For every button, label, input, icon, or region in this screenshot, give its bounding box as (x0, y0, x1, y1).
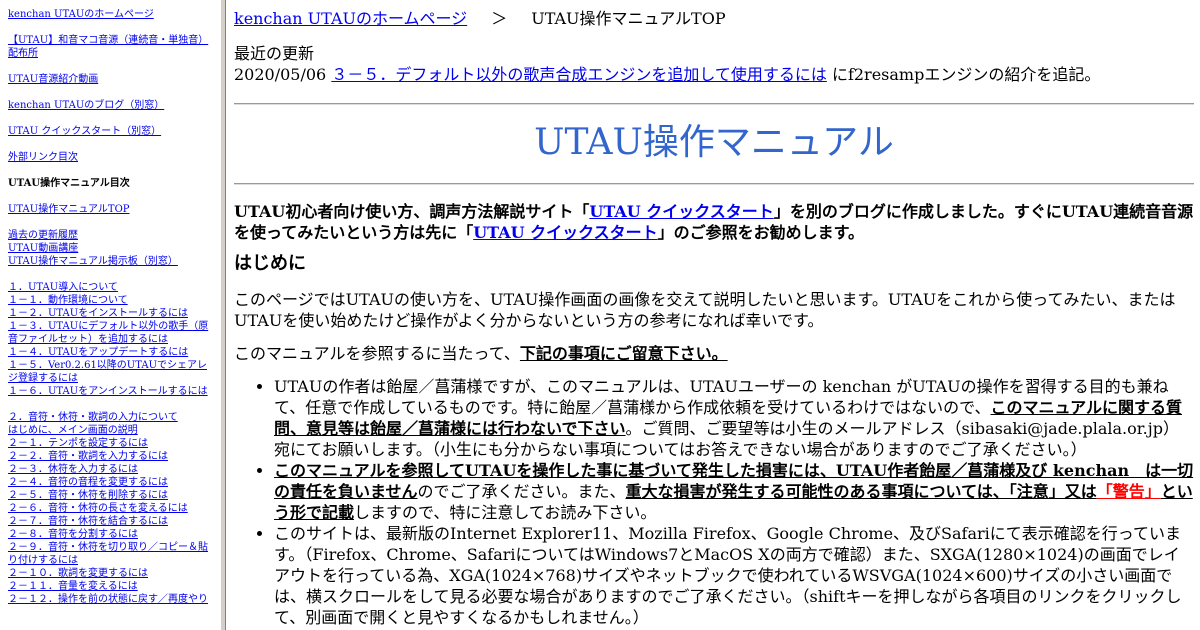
sidebar-link[interactable]: UTAU操作マニュアル掲示板（別窓） (8, 255, 216, 268)
section-heading: はじめに (234, 253, 306, 274)
main-content: kenchan UTAUのホームページ ＞ UTAU操作マニュアルTOP 最近の更新… (234, 0, 1194, 630)
sidebar-link[interactable]: １．UTAU導入について (8, 281, 216, 294)
sidebar-link[interactable]: UTAU音源紹介動画 (8, 73, 216, 86)
sidebar-link[interactable]: ２－１０．歌詞を変更するには (8, 567, 216, 580)
sidebar-nav: kenchan UTAUのホームページ【UTAU】和音マコ音源（連続音・単独音）… (0, 0, 220, 630)
sidebar-link[interactable]: ２－２．音符・歌詞を入力するには (8, 450, 216, 463)
sidebar-link[interactable]: kenchan UTAUのブログ（別窓） (8, 99, 216, 112)
list-item: UTAUの作者は飴屋／菖蒲様ですが、このマニュアルは、UTAUユーザーの ken… (274, 376, 1194, 460)
sidebar-link[interactable]: UTAU操作マニュアルTOP (8, 203, 216, 216)
list-item-text: のでご了承ください。また、 (417, 482, 626, 501)
sidebar-link[interactable]: UTAU動画講座 (8, 242, 216, 255)
sidebar-link[interactable]: １－５．Ver0.2.61以降のUTAUでシェアレジ登録するには (8, 359, 216, 385)
sidebar-link[interactable]: １－２．UTAUをインストールするには (8, 307, 216, 320)
notice-lead: このマニュアルを参照するに当たって、 (234, 344, 520, 363)
recent-update-link[interactable]: ３－５．デフォルト以外の歌声合成エンジンを追加して使用するには (331, 65, 827, 84)
sidebar-heading: UTAU操作マニュアル目次 (8, 178, 130, 189)
recent-updates: 最近の更新 2020/05/06 ３－５．デフォルト以外の歌声合成エンジンを追加… (234, 43, 1194, 85)
sidebar-link[interactable]: 外部リンク目次 (8, 151, 216, 164)
list-item-emphasis: 重大な損害が発生する可能性のある事項については、「注意」又は (625, 482, 1097, 501)
recent-heading: 最近の更新 (234, 44, 315, 63)
sidebar-link[interactable]: 過去の更新履歴 (8, 229, 216, 242)
sidebar-link[interactable]: １－６．UTAUをアンインストールするには (8, 385, 216, 398)
sidebar-link[interactable]: ２．音符・休符・歌詞の入力について (8, 411, 216, 424)
breadcrumb-home-link[interactable]: kenchan UTAUのホームページ (234, 9, 467, 28)
sidebar-link[interactable]: ２－１１．音量を変えるには (8, 580, 216, 593)
sidebar-link[interactable]: ２－６．音符・休符の長さを変えるには (8, 502, 216, 515)
intro-paragraph: UTAU初心者向け使い方、調声方法解説サイト「UTAU クイックスタート」を別の… (234, 201, 1194, 243)
intro-text-1: UTAU初心者向け使い方、調声方法解説サイト「 (234, 202, 590, 221)
quickstart-link-2[interactable]: UTAU クイックスタート (473, 223, 657, 242)
sidebar-link[interactable]: はじめに、メイン画面の説明 (8, 424, 216, 437)
list-item-text: しますので、特に注意してお読み下さい。 (354, 503, 657, 522)
quickstart-link-1[interactable]: UTAU クイックスタート (589, 202, 773, 221)
page-title: UTAU操作マニュアル (534, 122, 894, 163)
list-item-text: このサイトは、最新版のInternet Explorer11、Mozilla F… (274, 524, 1182, 627)
section-paragraph-2: このマニュアルを参照するに当たって、下記の事項にご留意下さい。 (234, 343, 1194, 364)
divider-bottom (234, 183, 1194, 185)
divider-top (234, 103, 1194, 105)
intro-text-3: 」のご参照をお勧めします。 (657, 223, 865, 242)
notice-list: UTAUの作者は飴屋／菖蒲様ですが、このマニュアルは、UTAUユーザーの ken… (234, 376, 1194, 628)
list-item: このマニュアルを参照してUTAUを操作した事に基づいて発生した損害には、UTAU… (274, 460, 1194, 523)
sidebar-link[interactable]: 【UTAU】和音マコ音源（連続音・単独音）配布所 (8, 34, 216, 60)
sidebar-link[interactable]: ２－５．音符・休符を削除するには (8, 489, 216, 502)
section-paragraph-1: このページではUTAUの使い方を、UTAU操作画面の画像を交えて説明したいと思い… (234, 290, 1176, 330)
sidebar-link[interactable]: ２－３．休符を入力するには (8, 463, 216, 476)
sidebar-link[interactable]: kenchan UTAUのホームページ (8, 8, 216, 21)
recent-note: にf2resampエンジンの紹介を追記。 (831, 65, 1101, 84)
frame-divider[interactable] (220, 0, 226, 630)
sidebar-link[interactable]: ２－７．音符・休符を結合するには (8, 515, 216, 528)
sidebar-link[interactable]: ２－４．音符の音程を変更するには (8, 476, 216, 489)
sidebar-link[interactable]: ２－１２．操作を前の状態に戻す／再度やり (8, 593, 216, 606)
recent-entry: 2020/05/06 ３－５．デフォルト以外の歌声合成エンジンを追加して使用する… (234, 64, 1194, 85)
sidebar-link[interactable]: ２－１．テンポを設定するには (8, 437, 216, 450)
list-item: このサイトは、最新版のInternet Explorer11、Mozilla F… (274, 523, 1194, 628)
recent-date: 2020/05/06 (234, 65, 327, 84)
warning-label: 「警告」 (1096, 482, 1161, 501)
sidebar-link[interactable]: ２－９．音符・休符を切り取り／コピー＆貼り付けするには (8, 541, 216, 567)
breadcrumb-current: UTAU操作マニュアルTOP (531, 9, 726, 28)
sidebar-link[interactable]: ２－８．音符を分割するには (8, 528, 216, 541)
breadcrumb-separator: ＞ (491, 9, 508, 28)
sidebar-link[interactable]: １－４．UTAUをアップデートするには (8, 346, 216, 359)
notice-emphasis: 下記の事項にご留意下さい。 (519, 344, 728, 363)
sidebar-link[interactable]: １－３．UTAUにデフォルト以外の歌手（原音ファイルセット）を追加するには (8, 320, 216, 346)
breadcrumb: kenchan UTAUのホームページ ＞ UTAU操作マニュアルTOP (234, 8, 1194, 29)
sidebar-link[interactable]: UTAU クイックスタート（別窓） (8, 125, 216, 138)
sidebar-link[interactable]: １－１．動作環境について (8, 294, 216, 307)
